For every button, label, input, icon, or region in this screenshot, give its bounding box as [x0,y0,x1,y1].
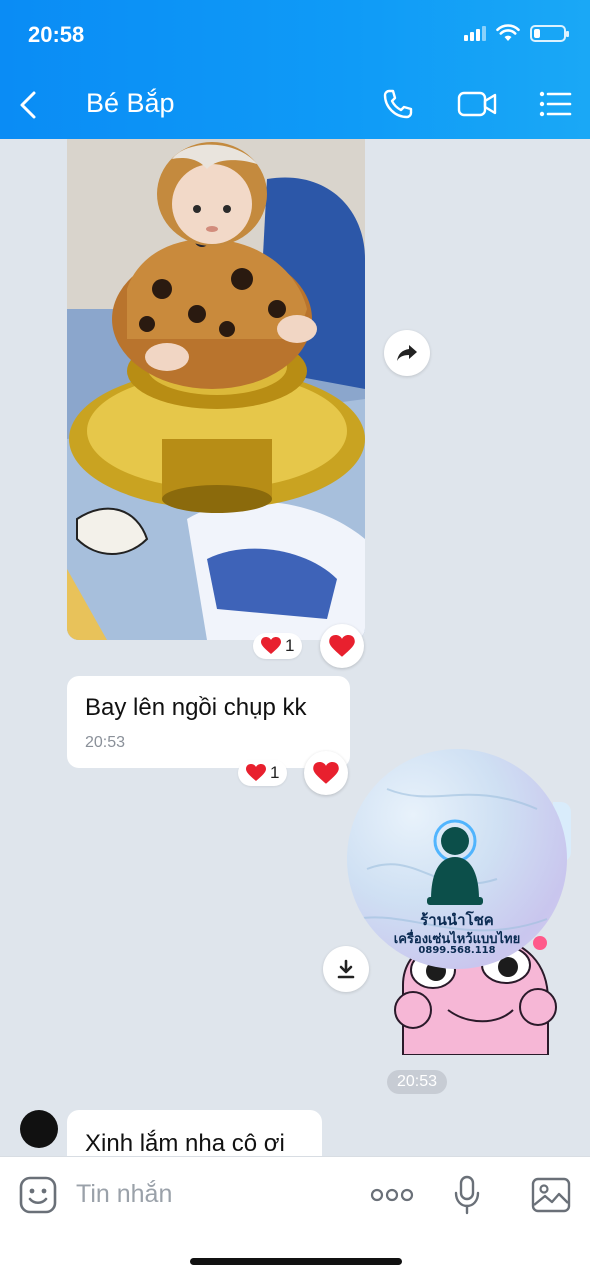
phone-icon [383,89,413,119]
heart-icon [329,634,355,657]
voice-button[interactable] [452,1175,482,1215]
share-icon [397,345,417,361]
message-time: 20:53 [85,734,126,751]
react-button[interactable] [320,624,364,668]
download-icon [337,959,355,979]
image-icon [531,1177,571,1213]
logo-line-3: 0899.568.118 [418,945,496,956]
reaction-summary[interactable]: 1 [253,633,303,659]
message-text: Xinh lắm nha cô ơi [85,1130,285,1157]
reaction-summary[interactable]: 1 [238,760,288,786]
header-bar: 20:58 Bé Bắp [0,0,590,139]
message-input[interactable]: Tin nhắn [76,1180,172,1209]
message-text: Bay lên ngồi chụp kk [85,694,307,721]
more-button[interactable] [370,1175,414,1215]
more-icon [370,1188,414,1202]
video-call-icon [457,91,497,117]
reaction-count: 1 [285,636,295,655]
call-button[interactable] [378,86,418,122]
share-button[interactable] [384,330,430,376]
timestamp-chip: 20:53 [387,1070,447,1094]
back-button[interactable] [18,82,54,128]
message-bubble[interactable]: Bay lên ngồi chụp kk 20:53 [67,676,350,768]
gallery-button[interactable] [530,1175,572,1215]
menu-icon [539,91,572,117]
avatar[interactable] [20,1110,58,1148]
video-call-button[interactable] [455,86,499,122]
menu-button[interactable] [535,86,575,122]
chat-title[interactable]: Bé Bắp [86,88,175,119]
emoji-button[interactable] [18,1175,58,1215]
signal-icon [464,25,486,41]
doll-photo-image [67,139,365,640]
back-icon [20,91,36,119]
reaction-count: 1 [270,763,280,782]
react-button[interactable] [304,751,348,795]
wifi-icon [496,24,520,41]
status-time: 20:58 [28,22,85,47]
status-icons [464,24,569,42]
received-photo[interactable] [67,139,365,640]
emoji-icon [19,1176,57,1214]
microphone-icon [454,1175,480,1215]
download-button[interactable] [323,946,369,992]
heart-icon [246,764,266,781]
battery-icon [530,24,569,42]
home-indicator [190,1258,402,1265]
shop-logo-image[interactable]: ร้านนำโชค เครื่องเซ่นไหว้แบบไทย 0899.568… [347,749,567,969]
heart-icon [313,761,339,784]
heart-icon [261,637,281,654]
